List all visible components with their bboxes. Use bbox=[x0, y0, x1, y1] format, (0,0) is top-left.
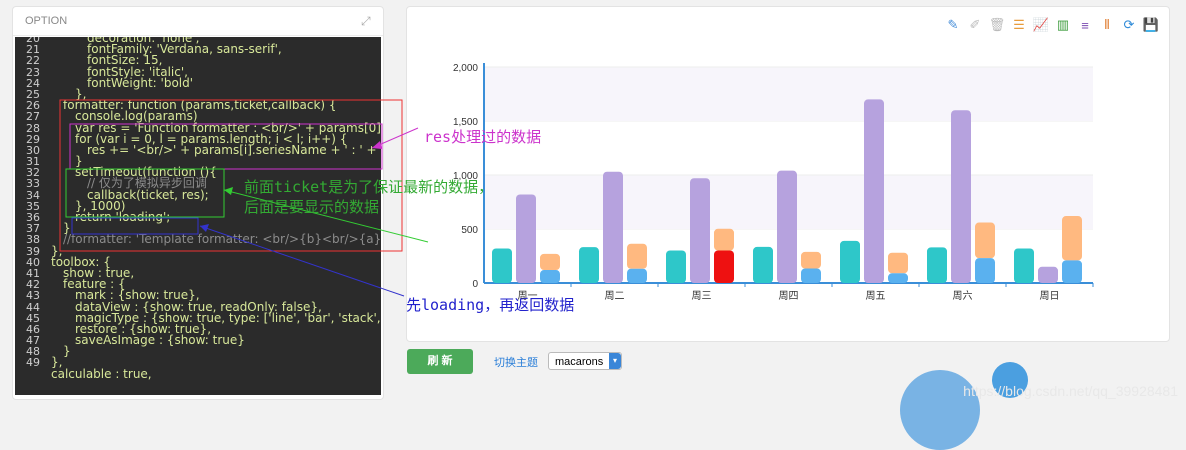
x-tick-label: 周五 bbox=[866, 290, 886, 302]
x-tick-label: 周三 bbox=[692, 290, 712, 302]
bar bbox=[888, 273, 908, 283]
chevron-down-icon: ▾ bbox=[609, 353, 621, 369]
grid-band bbox=[484, 67, 1093, 121]
bar bbox=[840, 240, 860, 283]
theme-select-value: macarons bbox=[555, 356, 604, 368]
line-number: 44 bbox=[26, 300, 40, 314]
bar bbox=[927, 247, 947, 283]
line-number: 43 bbox=[26, 289, 40, 303]
code-line: //formatter: 'Template formatter: <br/>{… bbox=[63, 232, 381, 247]
bar bbox=[540, 270, 560, 283]
watermark: https://blog.csdn.net/qq_39928481 bbox=[963, 383, 1178, 399]
bar bbox=[975, 258, 995, 283]
x-tick-label: 周四 bbox=[779, 290, 799, 302]
annotation-loading: 先loading，再返回数据 bbox=[406, 296, 575, 314]
x-tick-label: 周二 bbox=[605, 290, 625, 302]
line-number: 38 bbox=[26, 233, 40, 247]
bar bbox=[627, 243, 647, 269]
bar bbox=[714, 228, 734, 251]
bar bbox=[1062, 216, 1082, 261]
line-number: 27 bbox=[26, 110, 40, 124]
bar bbox=[1038, 266, 1058, 283]
line-number: 49 bbox=[26, 356, 40, 370]
code-line: calculable : true, bbox=[51, 366, 152, 381]
bar bbox=[801, 268, 821, 283]
bar bbox=[864, 99, 884, 284]
y-tick-label: 0 bbox=[472, 279, 478, 290]
annotation-ticket-line1: 前面ticket是为了保证最新的数据， bbox=[244, 178, 494, 196]
theme-label: 切换主题 bbox=[494, 357, 538, 369]
annotation-res: res处理过的数据 bbox=[424, 128, 542, 146]
code-line: fontWeight: 'bold' bbox=[87, 75, 194, 90]
chart-panel: ✎ ✐ 🗑 ☰ 📈 ▥ ≡ ⦀ ⟳ 💾 0 500 1,000 1,500 2,000 周… bbox=[406, 6, 1170, 342]
bar bbox=[888, 252, 908, 274]
decoration-circle bbox=[900, 370, 980, 450]
bar bbox=[627, 268, 647, 283]
bar bbox=[1062, 260, 1082, 283]
line-number: 22 bbox=[26, 54, 40, 68]
theme-select[interactable]: macarons ▾ bbox=[548, 352, 622, 370]
y-tick-label: 2,000 bbox=[453, 63, 478, 74]
bar bbox=[951, 110, 971, 283]
expand-icon[interactable]: ⤢ bbox=[361, 15, 373, 27]
bar bbox=[492, 248, 512, 283]
code-line: } bbox=[63, 344, 71, 359]
annotation-ticket-line2: 后面是要显示的数据 bbox=[244, 198, 380, 216]
x-tick-label: 周六 bbox=[953, 290, 973, 302]
bar bbox=[753, 246, 773, 283]
bar bbox=[516, 194, 536, 283]
x-tick-label: 周日 bbox=[1040, 290, 1060, 302]
bar bbox=[714, 250, 734, 283]
option-panel-title: OPTION bbox=[13, 7, 383, 36]
bar bbox=[801, 251, 821, 269]
refresh-button[interactable]: 刷 新 bbox=[407, 349, 473, 374]
line-number-gutter: 20 21 22 23 24 25 26 27 28 29 30 31 32 33 34 35 36 37 38 39… bbox=[15, 37, 43, 395]
code-line: saveAsImage : {show: true} bbox=[75, 333, 245, 348]
bar bbox=[579, 247, 599, 283]
bar bbox=[975, 222, 995, 259]
line-number: 28 bbox=[26, 121, 40, 135]
bar bbox=[603, 171, 623, 283]
bar bbox=[690, 178, 710, 283]
line-number: 33 bbox=[26, 177, 40, 191]
bar bbox=[1014, 248, 1034, 283]
code-line: res += '<br/>' + params[i].seriesName + … bbox=[87, 142, 381, 157]
bar bbox=[777, 170, 797, 283]
bar-chart[interactable]: 05001,0001,5002,000周一 周二 周三 周四 周五 周六 周日 bbox=[407, 7, 1169, 341]
bar bbox=[540, 253, 560, 271]
y-tick-label: 500 bbox=[461, 225, 478, 236]
bar bbox=[666, 250, 686, 283]
